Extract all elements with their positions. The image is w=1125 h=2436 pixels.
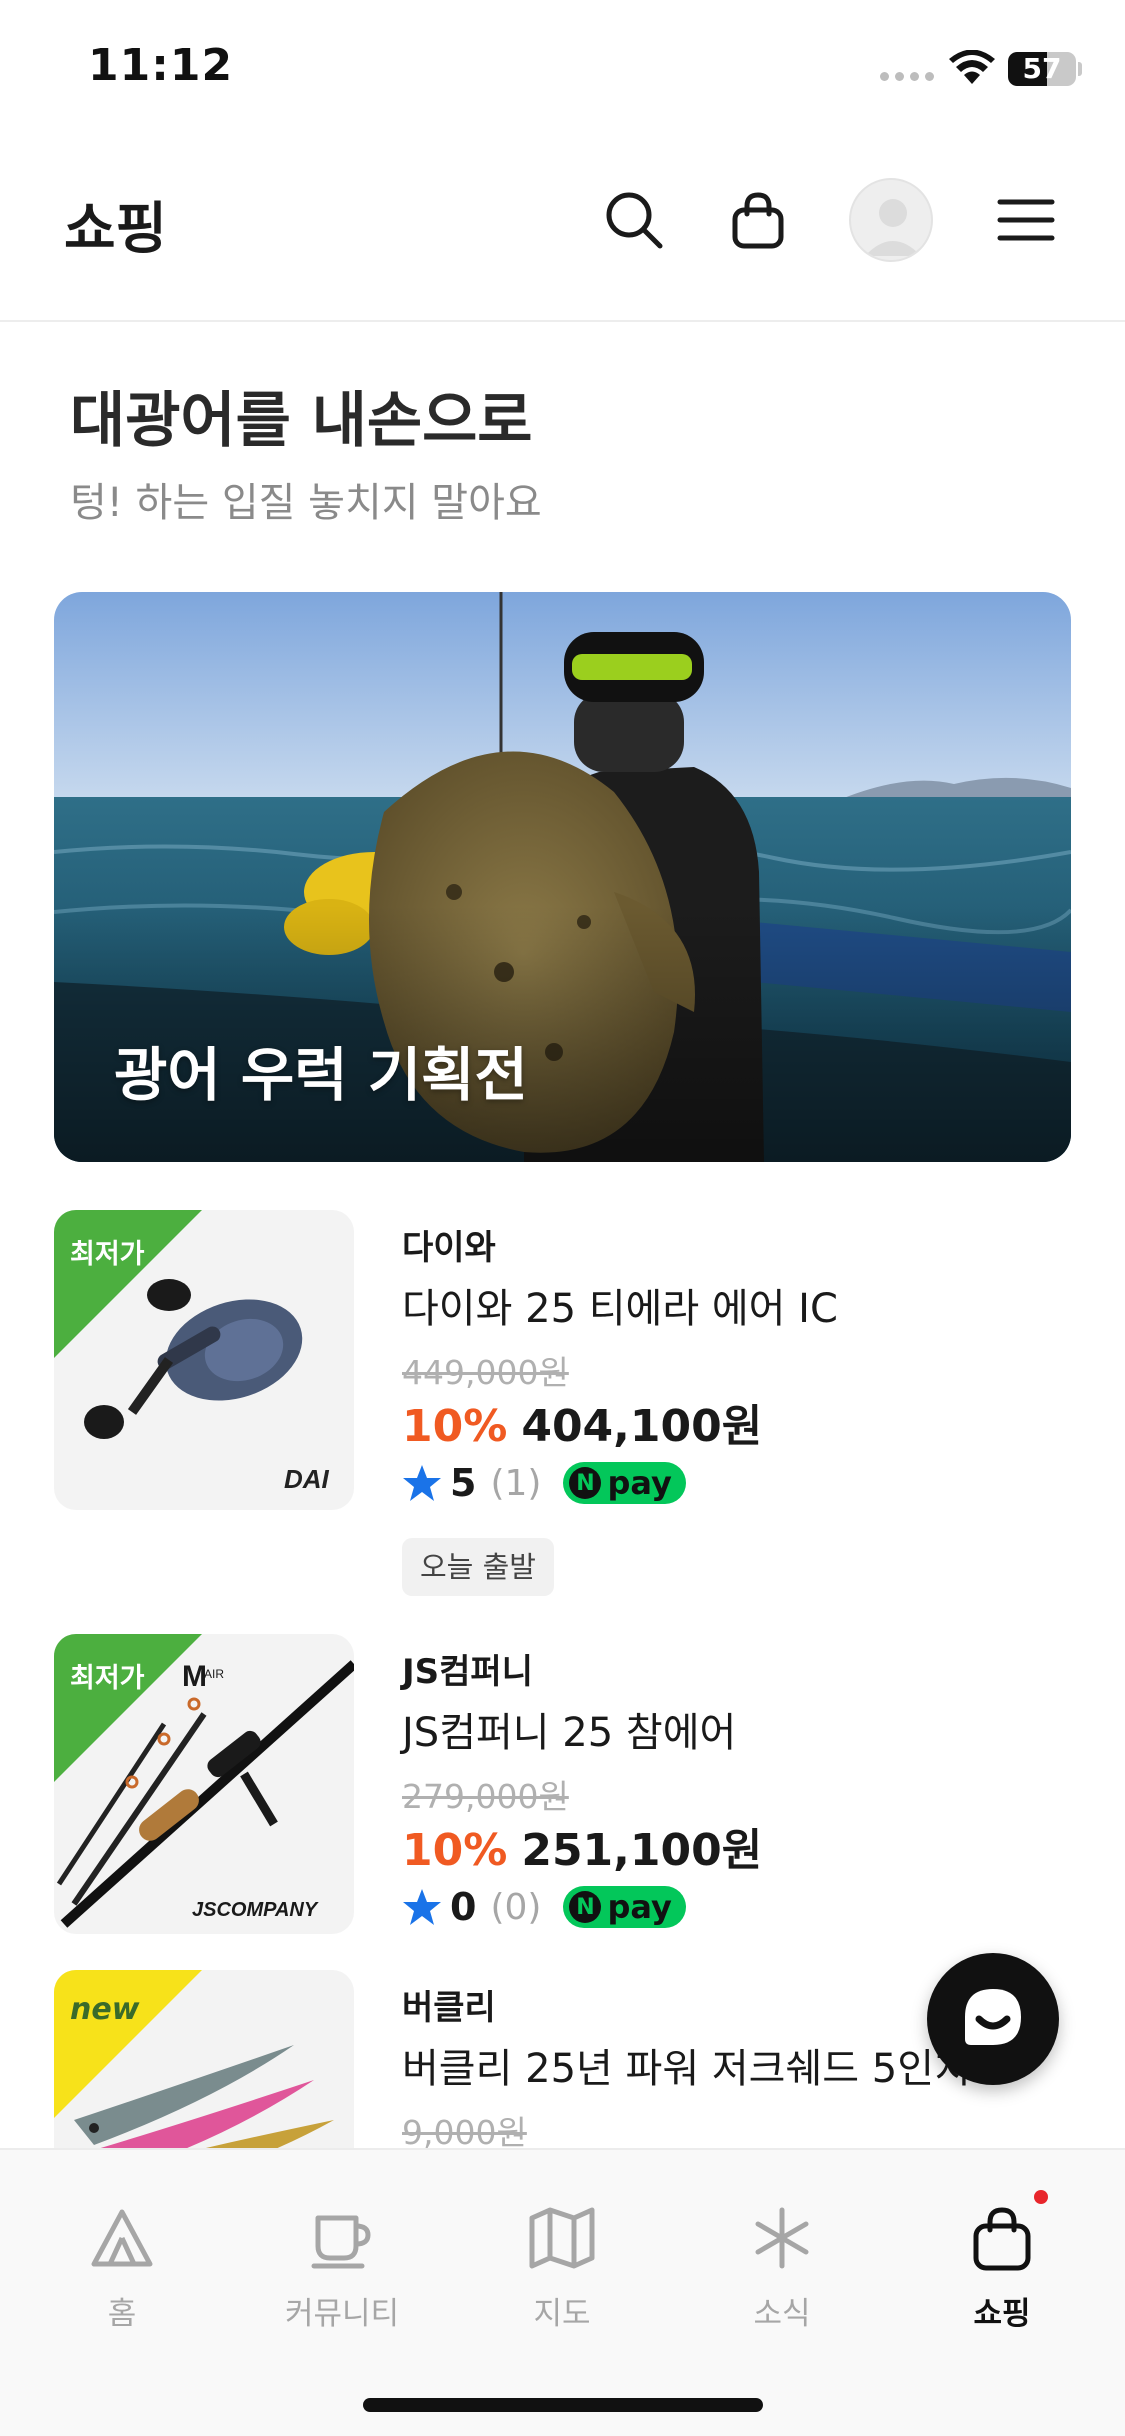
product-brand: JS컴퍼니 [402,1652,533,1692]
nav-label: 쇼핑 [973,2296,1031,2332]
product-card[interactable]: new 버클리 버클리 25년 파워 저크쉐드 5인치 9,000원 [54,1970,1071,2148]
price-row: 10% 404,100원 [402,1390,762,1454]
banner-label: 광어 우럭 기획전 [114,1041,528,1109]
shipping-tag: 오늘 출발 [402,1538,554,1596]
map-icon [529,2207,595,2269]
nav-label: 소식 [753,2296,811,2332]
svg-text:JSCOMPANY: JSCOMPANY [192,1899,319,1921]
nav-item-community[interactable]: 커뮤니티 [262,2202,422,2333]
asterisk-icon [755,2207,809,2269]
product-name[interactable]: JS컴퍼니 25 참에어 [402,1700,736,1758]
review-count: (0) [490,1886,542,1928]
user-avatar-icon [865,199,921,256]
naver-pay-badge: N pay [563,1462,686,1504]
shopping-bag-icon [973,2207,1031,2271]
app-header: 쇼핑 [0,140,1125,322]
product-name[interactable]: 버클리 25년 파워 저크쉐드 5인치 [402,2036,971,2094]
new-ribbon: new [70,1992,140,2027]
product-brand: 버클리 [402,1988,496,2028]
naver-pay-badge: N pay [563,1886,686,1928]
product-brand: 다이와 [402,1228,496,1268]
hamburger-menu-icon[interactable] [990,184,1062,256]
rating-row: 0 (0) N pay [402,1884,686,1930]
wifi-icon [949,50,995,84]
chat-button[interactable] [927,1953,1059,2085]
sale-price: 404,100원 [521,1401,763,1452]
search-icon[interactable] [598,184,670,256]
original-price: 279,000원 [402,1777,569,1816]
bottom-nav: 홈 커뮤니티 지도 소식 쇼핑 [0,2148,1125,2436]
rating-value: 0 [450,1885,477,1929]
avatar[interactable] [849,178,933,262]
product-thumbnail[interactable]: DAI 최저가 [54,1210,354,1510]
status-bar: 11:12 57 [0,0,1125,140]
product-card[interactable]: M AIR JSCOMPANY 최저가 JS컴퍼니 JS컴퍼니 25 참에어 2… [54,1634,1071,1954]
discount-rate: 10% [402,1401,508,1452]
sale-price: 251,100원 [521,1825,763,1876]
lowest-price-ribbon: 최저가 [70,1663,145,1694]
shopping-bag-icon[interactable] [722,184,794,256]
svg-text:DAI: DAI [284,1464,330,1494]
rating-row: 5 (1) N pay [402,1460,686,1506]
nav-item-map[interactable]: 지도 [482,2202,642,2333]
product-name[interactable]: 다이와 25 티에라 에어 IC [402,1276,838,1334]
svg-text:AIR: AIR [204,1667,224,1681]
lowest-price-ribbon: 최저가 [70,1239,145,1270]
nav-item-home[interactable]: 홈 [42,2202,202,2333]
nav-item-news[interactable]: 소식 [702,2202,862,2333]
section-subtitle: 텅! 하는 입질 놓치지 말아요 [70,480,542,526]
original-price: 449,000원 [402,1353,569,1392]
nav-item-shopping[interactable]: 쇼핑 [922,2202,1082,2333]
promo-banner[interactable]: 광어 우럭 기획전 [54,592,1071,1162]
naver-n-icon: N [569,1467,602,1499]
product-thumbnail[interactable]: M AIR JSCOMPANY 최저가 [54,1634,354,1934]
chat-bubble-icon [965,1989,1021,2045]
rating-value: 5 [450,1461,477,1505]
notification-dot [1034,2190,1048,2204]
tent-icon [91,2209,153,2267]
price-row: 10% 251,100원 [402,1814,762,1878]
review-count: (1) [490,1462,542,1504]
original-price: 9,000원 [402,2113,527,2148]
product-card[interactable]: DAI 최저가 다이와 다이와 25 티에라 에어 IC 449,000원 10… [54,1210,1071,1620]
star-icon [403,1889,441,1925]
nav-label: 홈 [107,2296,137,2332]
star-icon [403,1465,441,1501]
cup-icon [311,2215,371,2269]
battery-cap [1078,62,1082,76]
section-title: 대광어를 내손으로 [70,386,533,456]
naver-n-icon: N [569,1891,602,1923]
page-title: 쇼핑 [64,197,168,262]
discount-rate: 10% [402,1825,508,1876]
nav-label: 커뮤니티 [284,2296,400,2332]
battery-level: 57 [1022,52,1062,85]
home-indicator [363,2398,763,2412]
status-time: 11:12 [88,40,234,91]
cellular-signal-icon [880,72,934,81]
nav-label: 지도 [533,2296,591,2332]
battery-icon: 57 [1008,52,1076,86]
product-thumbnail[interactable]: new [54,1970,354,2148]
